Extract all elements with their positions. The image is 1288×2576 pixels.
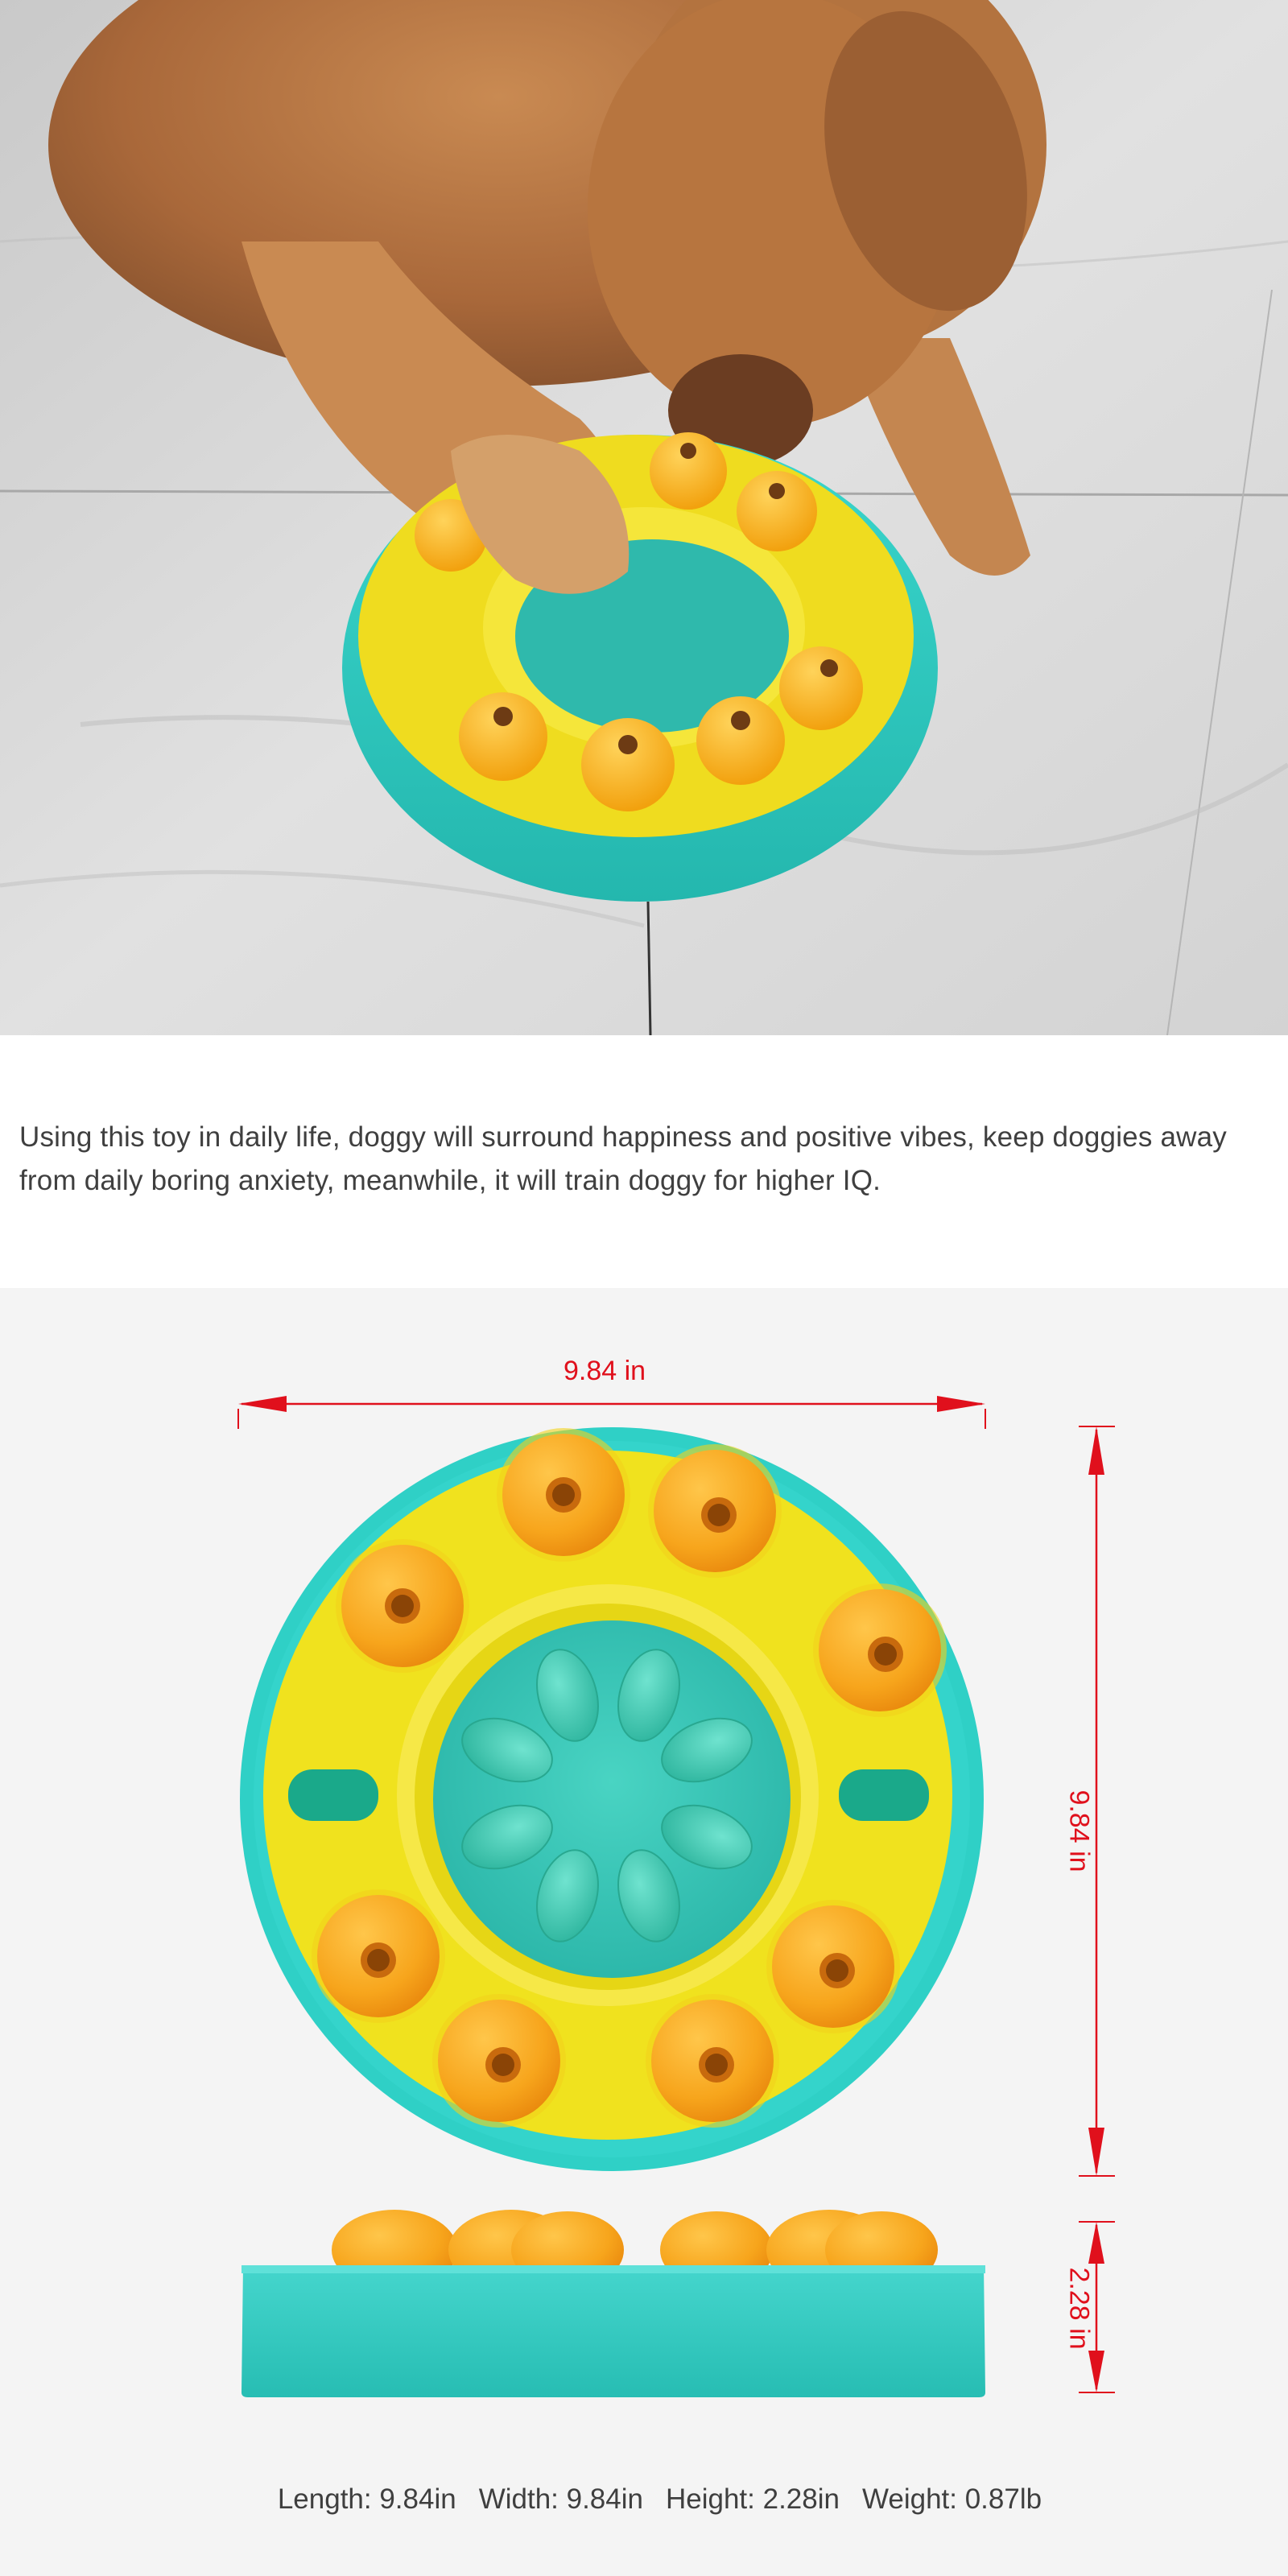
product-photo	[0, 0, 1288, 1035]
spec-length: Length: 9.84in	[277, 2483, 456, 2515]
description-section: Using this toy in daily life, doggy will…	[0, 1035, 1288, 1288]
specs-line: Length: 9.84in Width: 9.84in Height: 2.28i…	[0, 2451, 1288, 2548]
spec-weight: Weight: 0.87lb	[861, 2483, 1042, 2515]
dimension-diagram-section: 9.84 in 9.84 in 2.28 in Length: 9.84in Wi…	[0, 1288, 1288, 2576]
dimension-diagram	[237, 1396, 1115, 2397]
height-label: 2.28 in	[1063, 2267, 1095, 2350]
feeder-top-view	[240, 1427, 984, 2171]
spec-width: Width: 9.84in	[478, 2483, 643, 2515]
product-description: Using this toy in daily life, doggy will…	[19, 1121, 1227, 1196]
dog-with-puzzle-photo	[0, 0, 1288, 1035]
feeder-side-view	[242, 2210, 985, 2397]
spec-height: Height: 2.28in	[665, 2483, 840, 2515]
width-label: 9.84 in	[564, 1356, 646, 1386]
width-arrow	[237, 1396, 986, 1429]
depth-label: 9.84 in	[1063, 1790, 1095, 1872]
